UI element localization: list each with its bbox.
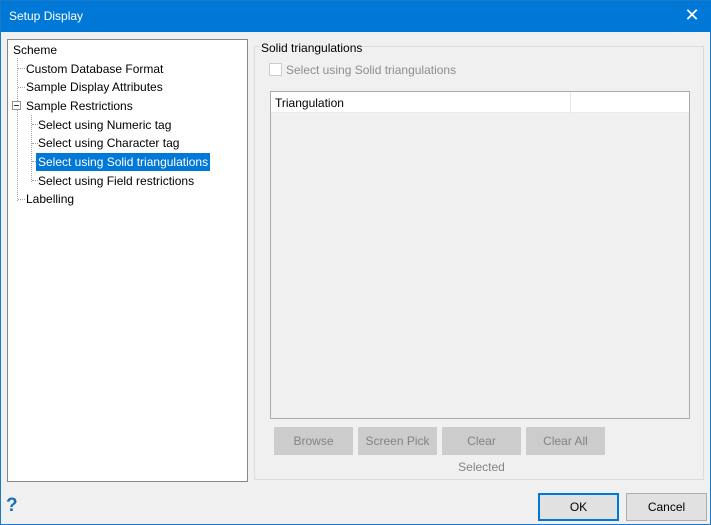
tree-item-sample-restrictions[interactable]: Sample Restrictions: [24, 97, 135, 115]
tree-item-custom-database-format[interactable]: Custom Database Format: [24, 60, 165, 78]
checkbox-label: Select using Solid triangulations: [286, 63, 457, 77]
tree-item-sample-display-attributes[interactable]: Sample Display Attributes: [24, 78, 165, 96]
tree-item-scheme[interactable]: Scheme: [11, 41, 59, 59]
tree-item-character-tag[interactable]: Select using Character tag: [36, 134, 181, 152]
clear-all-button[interactable]: Clear All: [526, 427, 605, 455]
tree-item-numeric-tag[interactable]: Select using Numeric tag: [36, 116, 173, 134]
group-label: Solid triangulations: [260, 41, 364, 55]
tree-item-labelling[interactable]: Labelling: [24, 190, 76, 208]
title-bar: Setup Display ✕: [1, 1, 711, 32]
select-solid-triangulations-checkbox[interactable]: [269, 63, 282, 76]
setup-display-dialog: Setup Display ✕ Scheme Custom Database F…: [0, 0, 711, 525]
browse-button[interactable]: Browse: [274, 427, 353, 455]
ok-button[interactable]: OK: [538, 493, 619, 521]
triangulation-list[interactable]: Triangulation: [270, 91, 690, 419]
cancel-button[interactable]: Cancel: [626, 493, 707, 521]
column-header-triangulation[interactable]: Triangulation: [275, 96, 344, 110]
tree-item-field-restrictions[interactable]: Select using Field restrictions: [36, 172, 196, 190]
collapse-icon[interactable]: [12, 101, 21, 110]
column-divider[interactable]: [570, 92, 571, 113]
settings-tree: Scheme Custom Database Format Sample Dis…: [7, 39, 248, 482]
help-icon[interactable]: ?: [6, 495, 18, 517]
window-title: Setup Display: [9, 9, 84, 23]
clear-selected-button[interactable]: Clear Selected: [442, 427, 521, 474]
list-header: Triangulation: [271, 92, 689, 113]
close-icon[interactable]: ✕: [682, 5, 702, 26]
screen-pick-button[interactable]: Screen Pick: [358, 427, 437, 455]
tree-item-solid-triangulations[interactable]: Select using Solid triangulations: [36, 153, 211, 171]
